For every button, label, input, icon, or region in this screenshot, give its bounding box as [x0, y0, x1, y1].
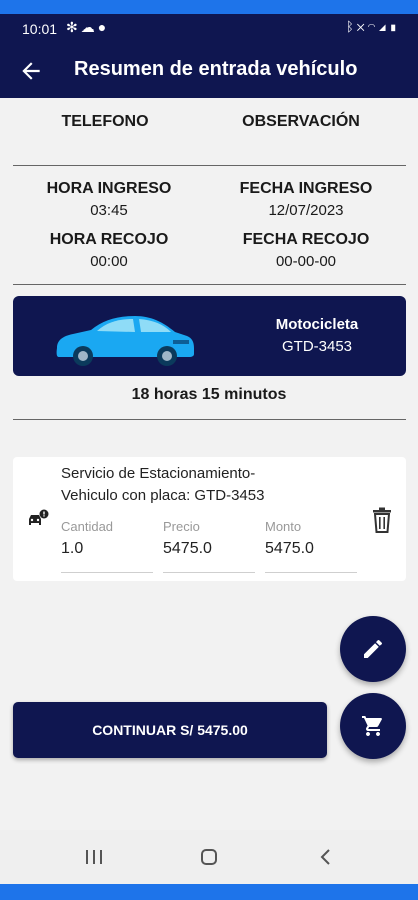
recent-apps-icon[interactable]	[79, 842, 109, 872]
fan-icon: ✻	[66, 19, 81, 35]
monto-underline	[265, 572, 357, 573]
fecha-recojo-value: 00-00-00	[275, 253, 337, 270]
hora-ingreso-label: HORA INGRESO	[46, 180, 172, 197]
page-title: Resumen de entrada vehículo	[74, 58, 358, 80]
status-bar: 10:01 ✻☁● ᛒ✕◠◢▮	[0, 14, 418, 44]
hora-recojo-value: 00:00	[90, 253, 128, 270]
observacion-label: OBSERVACIÓN	[242, 113, 360, 130]
precio-underline	[163, 572, 255, 573]
vehicle-type: Motocicleta	[275, 316, 359, 333]
cart-icon	[362, 716, 382, 736]
vehicle-card: Motocicleta GTD-3453	[13, 296, 406, 376]
back-arrow-icon[interactable]	[18, 58, 44, 84]
signal-icon: ◢	[378, 19, 390, 34]
cart-fab-button[interactable]	[340, 693, 406, 759]
status-time: 10:01	[22, 21, 58, 37]
parking-duration: 18 horas 15 minutos	[131, 386, 287, 403]
service-item-card: Servicio de Estacionamiento- Vehiculo co…	[13, 457, 406, 581]
cantidad-underline	[61, 572, 153, 573]
mute-icon: ✕	[356, 19, 368, 34]
car-icon	[56, 316, 194, 366]
trash-icon[interactable]	[371, 507, 393, 533]
pencil-icon	[364, 640, 382, 658]
precio-label: Precio	[163, 519, 200, 534]
home-icon[interactable]	[194, 842, 224, 872]
wifi-icon: ◠	[367, 19, 379, 34]
status-notification-icons: ✻☁●	[66, 19, 109, 36]
hora-ingreso-value: 03:45	[90, 202, 128, 219]
divider	[13, 419, 406, 420]
divider	[13, 284, 406, 285]
precio-value[interactable]: 5475.0	[163, 540, 212, 558]
back-nav-icon[interactable]	[311, 842, 341, 872]
app-bar: Resumen de entrada vehículo	[0, 44, 418, 98]
bluetooth-icon: ᛒ	[345, 19, 357, 34]
service-title-line2: Vehiculo con placa: GTD-3453	[61, 487, 265, 504]
cloud-icon: ☁	[80, 19, 98, 35]
circle-icon: ●	[97, 19, 110, 35]
parking-car-icon	[29, 509, 49, 525]
service-title-line1: Servicio de Estacionamiento-	[61, 465, 256, 482]
fecha-ingreso-value: 12/07/2023	[268, 202, 344, 219]
telefono-label: TELEFONO	[61, 113, 149, 130]
cantidad-value[interactable]: 1.0	[61, 540, 83, 558]
hora-recojo-label: HORA RECOJO	[49, 231, 169, 248]
edit-fab-button[interactable]	[340, 616, 406, 682]
continue-button[interactable]: CONTINUAR S/ 5475.00	[13, 702, 327, 758]
system-nav-bar	[0, 830, 418, 884]
monto-value[interactable]: 5475.0	[265, 540, 314, 558]
cantidad-label: Cantidad	[61, 519, 114, 534]
top-accent-strip	[0, 0, 418, 14]
battery-icon: ▮	[389, 19, 400, 34]
vehicle-plate: GTD-3453	[281, 338, 353, 355]
bottom-accent-strip	[0, 884, 418, 900]
monto-label: Monto	[265, 519, 302, 534]
fecha-ingreso-label: FECHA INGRESO	[239, 180, 373, 197]
status-system-icons: ᛒ✕◠◢▮	[346, 19, 400, 34]
divider	[13, 165, 406, 166]
fecha-recojo-label: FECHA RECOJO	[242, 231, 370, 248]
